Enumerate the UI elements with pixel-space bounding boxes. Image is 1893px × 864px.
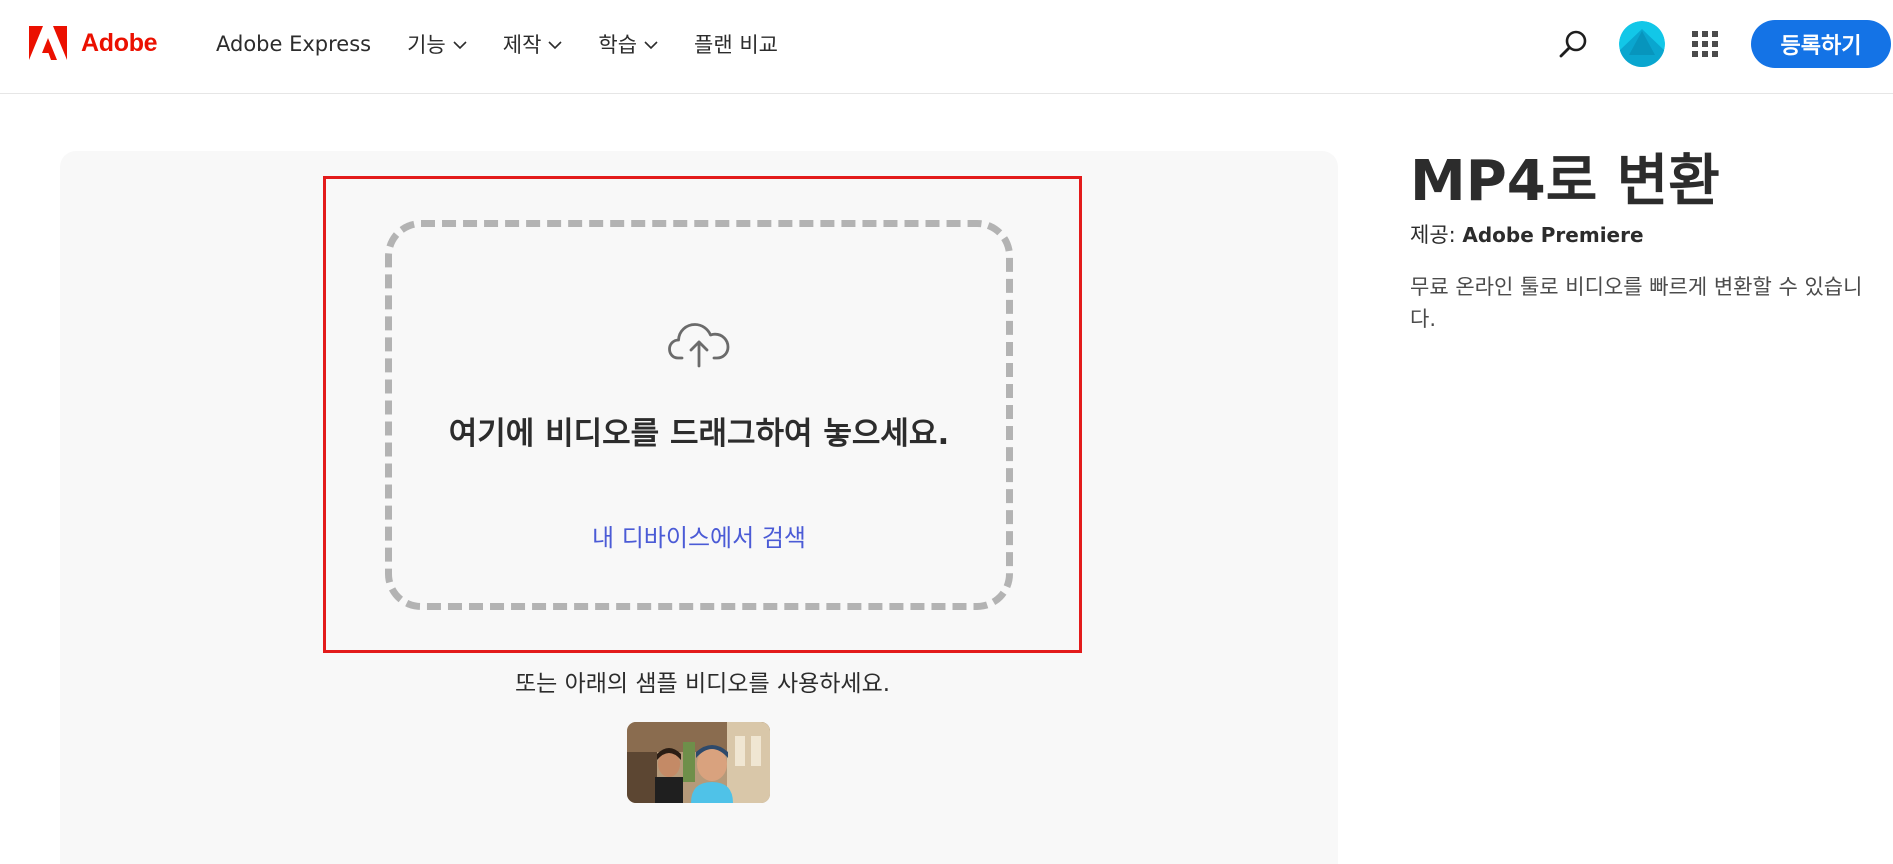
main-nav: Adobe Express 기능 제작 학습 플랜 비교	[216, 0, 814, 88]
nav-item-label: 학습	[598, 33, 638, 57]
nav-item-label: 플랜 비교	[694, 33, 778, 57]
avatar-image	[1619, 21, 1665, 67]
avatar[interactable]	[1619, 21, 1665, 67]
provider-line: 제공: Adobe Premiere	[1410, 219, 1644, 249]
nav-item-label: Adobe Express	[216, 32, 372, 56]
chevron-down-icon	[453, 41, 467, 50]
app-switcher-button[interactable]	[1692, 31, 1718, 57]
adobe-logo[interactable]: Adobe	[29, 26, 158, 60]
adobe-logo-icon	[29, 26, 67, 60]
nav-item-label: 제작	[502, 33, 542, 57]
app-grid-icon	[1692, 31, 1718, 57]
sample-video-image	[627, 722, 770, 803]
provider-prefix: 제공:	[1410, 223, 1463, 247]
search-icon	[1559, 30, 1587, 58]
nav-item-features[interactable]: 기능	[407, 29, 467, 59]
chevron-down-icon	[644, 41, 658, 50]
nav-item-create[interactable]: 제작	[503, 29, 563, 59]
cloud-upload-icon	[668, 320, 730, 368]
brand-name: Adobe	[81, 28, 158, 57]
signup-button[interactable]: 등록하기	[1751, 20, 1891, 68]
page-description: 무료 온라인 툴로 비디오를 빠르게 변환할 수 있습니다.	[1410, 275, 1863, 331]
page-title: MP4로 변환	[1410, 149, 1720, 214]
nav-item-label: 기능	[407, 33, 446, 57]
chevron-down-icon	[548, 41, 562, 50]
sample-video-hint: 또는 아래의 샘플 비디오를 사용하세요.	[514, 671, 891, 697]
nav-item-adobe-express[interactable]: Adobe Express	[216, 32, 371, 56]
top-navigation-bar: Adobe Adobe Express 기능 제작 학습 플랜 비교 등록하기	[0, 0, 1893, 94]
dropzone-title: 여기에 비디오를 드래그하여 놓으세요.	[448, 416, 950, 452]
search-button[interactable]	[1558, 28, 1590, 60]
nav-item-learn[interactable]: 학습	[598, 29, 658, 59]
browse-device-link[interactable]: 내 디바이스에서 검색	[385, 518, 1013, 553]
provider-name: Adobe Premiere	[1462, 223, 1644, 247]
sample-video-thumbnail[interactable]	[627, 722, 770, 803]
nav-item-compare-plans[interactable]: 플랜 비교	[694, 29, 778, 59]
